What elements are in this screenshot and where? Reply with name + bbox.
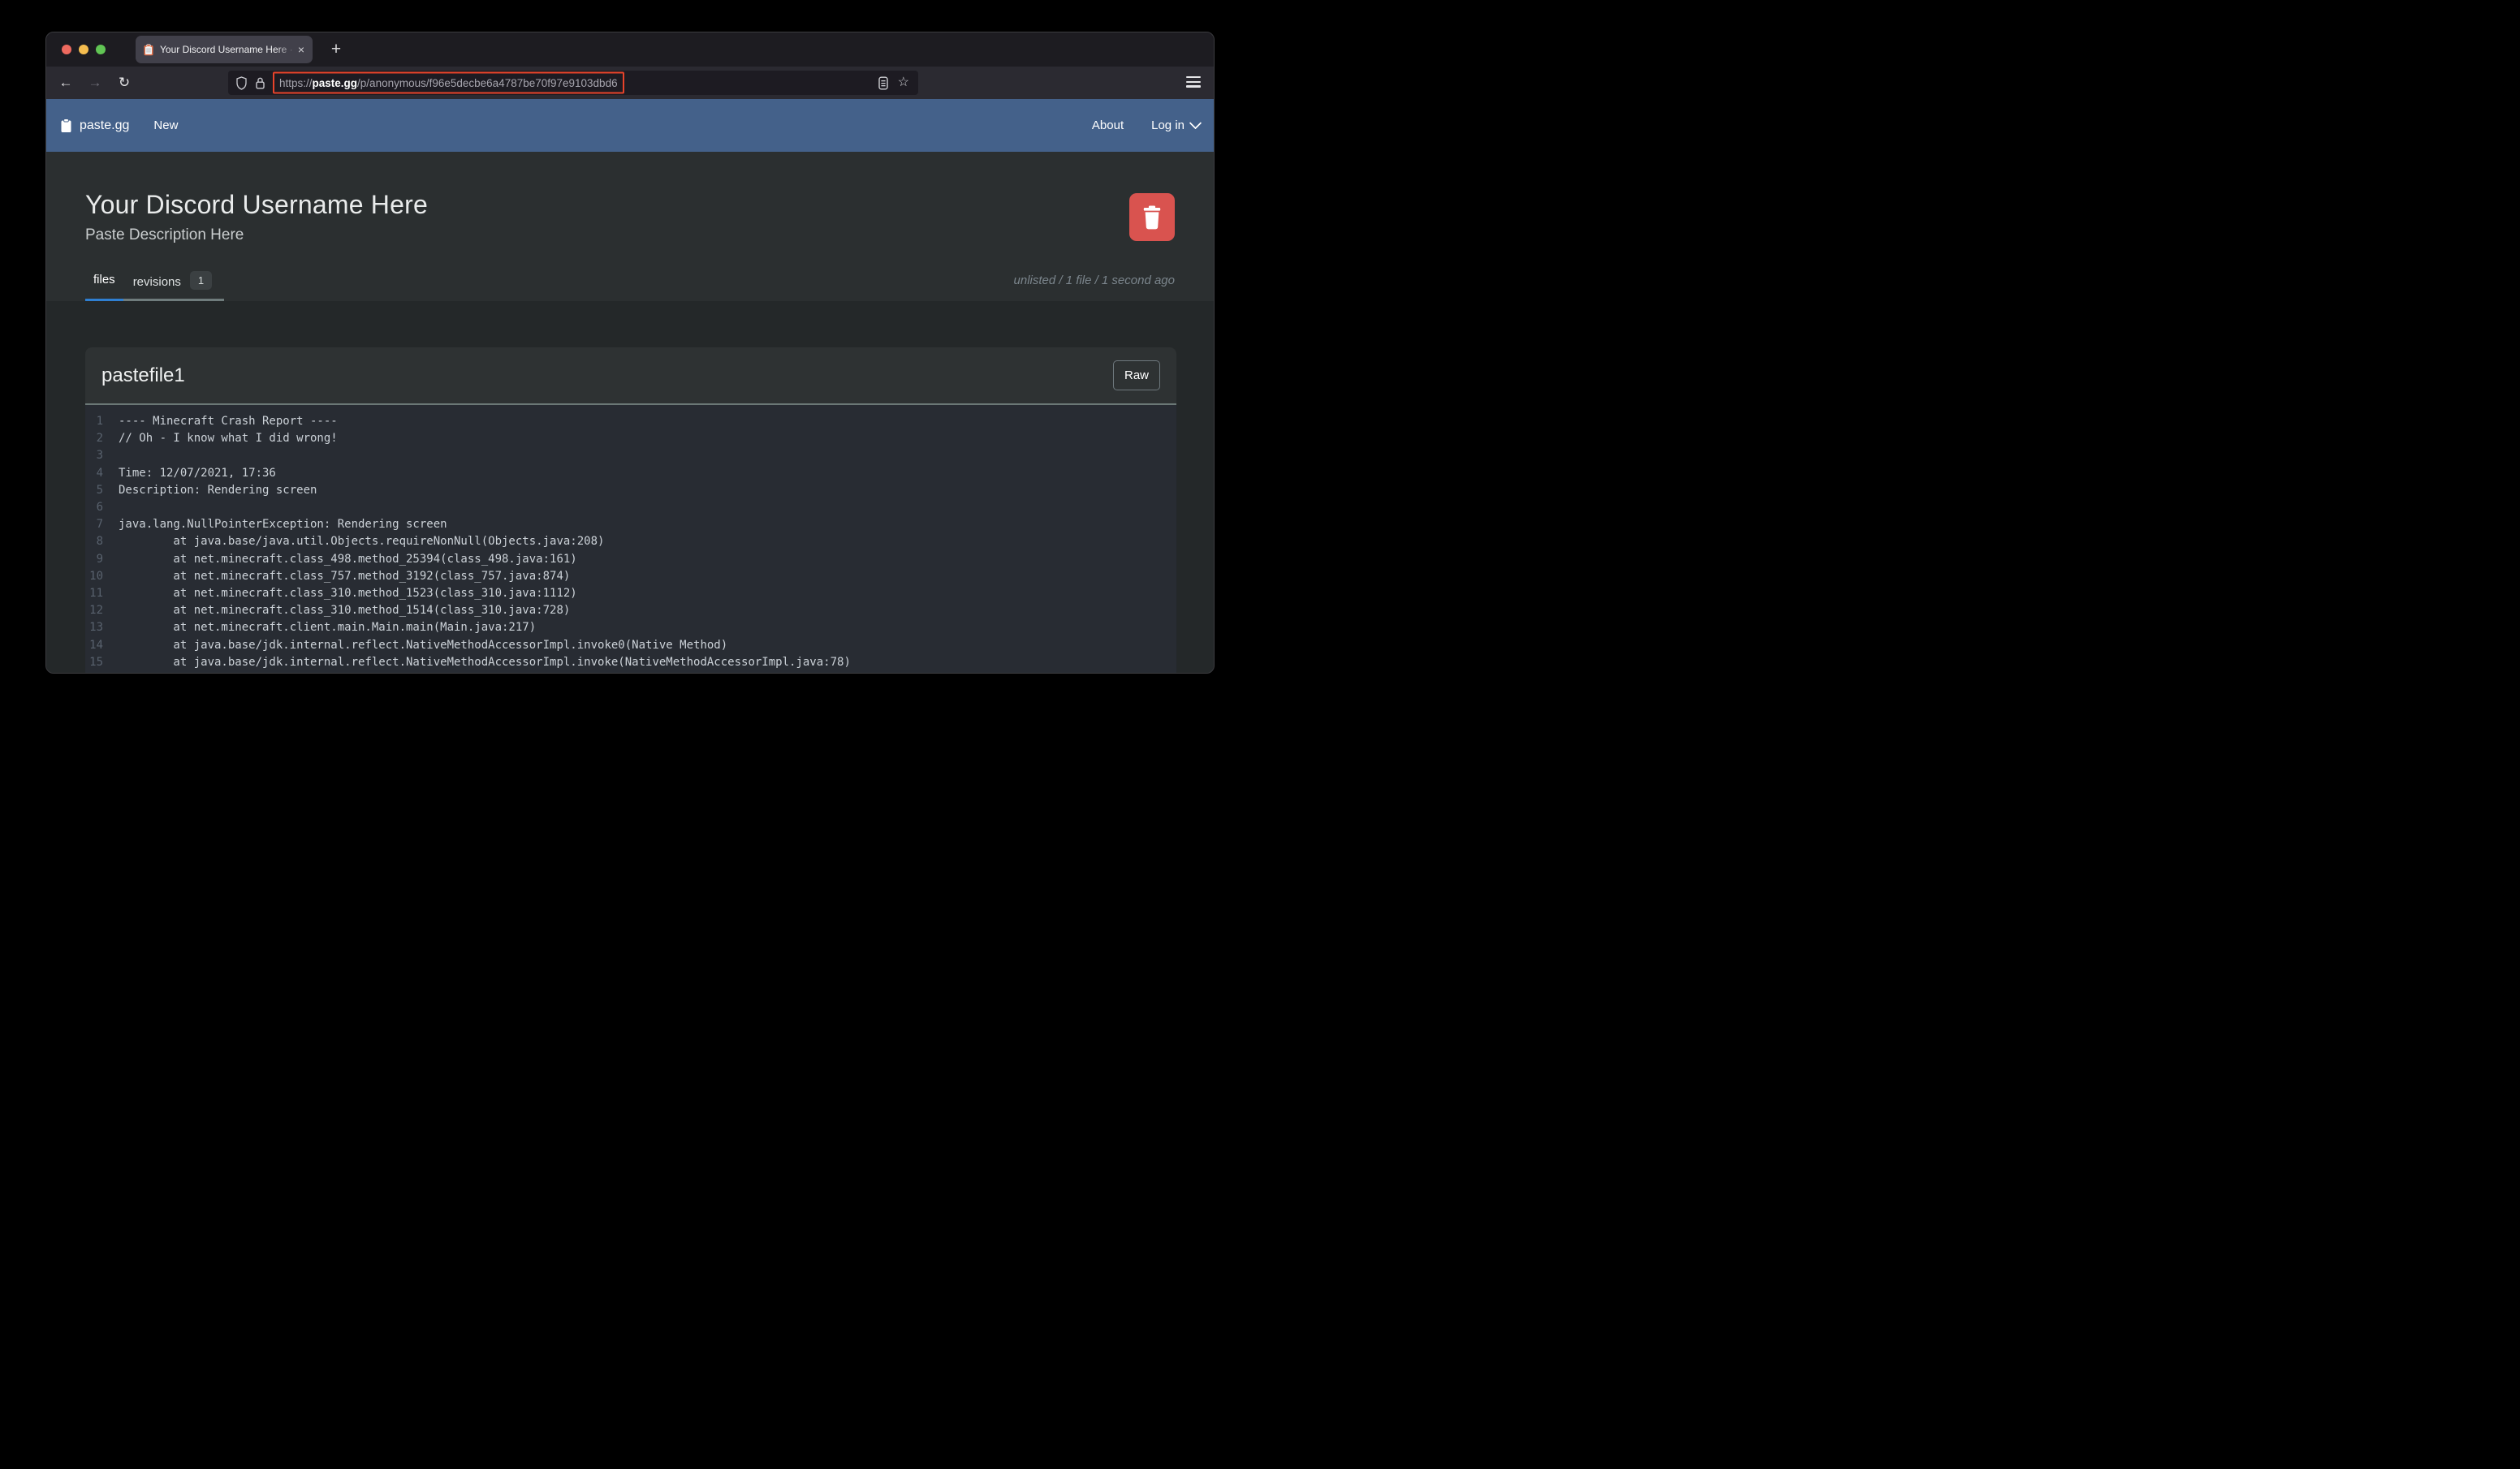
window-controls <box>62 45 106 54</box>
page-content: pastefile1 Raw 1 ---- Minecraft Crash Re… <box>46 301 1214 673</box>
line-number: 10 <box>89 569 103 583</box>
minimize-window-button[interactable] <box>79 45 88 54</box>
code-line-text: at net.minecraft.class_757.method_3192(c… <box>119 569 571 583</box>
code-line-text: at net.minecraft.class_310.method_1523(c… <box>119 587 577 601</box>
revisions-count-badge: 1 <box>189 271 213 290</box>
paste-meta: unlisted / 1 file / 1 second ago <box>1013 274 1175 287</box>
reload-button[interactable]: ↻ <box>110 75 139 91</box>
code-line-text: java.lang.NullPointerException: Renderin… <box>119 518 447 532</box>
line-number: 13 <box>89 621 103 635</box>
code-line-text: at java.base/jdk.internal.reflect.Native… <box>119 638 728 652</box>
code-line-text: at java.base/jdk.internal.reflect.Native… <box>119 655 851 669</box>
code-line-text: at java.base/jdk.internal.reflect.Delega… <box>103 671 905 673</box>
zoom-window-button[interactable] <box>96 45 106 54</box>
browser-tab-bar: Your Discord Username Here · pa × + <box>46 32 1214 67</box>
lock-icon[interactable] <box>255 76 265 90</box>
code-line-row: 8 at java.base/java.util.Objects.require… <box>85 533 1176 550</box>
tab-revisions[interactable]: revisions 1 <box>123 271 225 301</box>
browser-tab[interactable]: Your Discord Username Here · pa × <box>136 36 313 63</box>
reader-mode-icon[interactable] <box>878 76 888 90</box>
code-line-text: at net.minecraft.client.main.Main.main(M… <box>119 621 537 635</box>
file-name: pastefile1 <box>101 364 185 386</box>
code-line-text: at java.base/java.util.Objects.requireNo… <box>119 535 605 549</box>
code-line-row: 3 <box>85 447 1176 464</box>
chevron-down-icon <box>1189 116 1202 130</box>
delete-paste-button[interactable] <box>1129 193 1175 241</box>
paste-description: Paste Description Here <box>85 226 244 243</box>
file-card: pastefile1 Raw 1 ---- Minecraft Crash Re… <box>85 347 1176 673</box>
code-line-text: // Oh - I know what I did wrong! <box>119 432 338 446</box>
clipboard-logo-icon <box>60 118 72 133</box>
code-block[interactable]: 1 ---- Minecraft Crash Report ---- 2 // … <box>85 403 1176 673</box>
paste-title: Your Discord Username Here <box>85 190 428 219</box>
code-line-text: Time: 12/07/2021, 17:36 <box>119 466 276 480</box>
paste-header: Your Discord Username Here Paste Descrip… <box>46 152 1214 301</box>
raw-button[interactable]: Raw <box>1113 360 1160 390</box>
brand-label: paste.gg <box>80 118 130 132</box>
code-line-text: ---- Minecraft Crash Report ---- <box>119 415 338 428</box>
tab-title-fade <box>274 43 296 56</box>
browser-toolbar: ← → ↻ https://paste.gg/p/anonymous/f96e5… <box>46 67 1214 99</box>
tab-title: Your Discord Username Here · pa <box>160 43 296 56</box>
forward-button[interactable]: → <box>80 75 110 91</box>
line-number: 9 <box>96 552 103 566</box>
code-line-text: at net.minecraft.class_498.method_25394(… <box>119 552 577 566</box>
site-navbar: paste.gg New About Log in <box>46 99 1214 152</box>
menu-hamburger-icon[interactable] <box>1186 76 1201 88</box>
nav-item-new[interactable]: New <box>153 118 178 132</box>
brand-link[interactable]: paste.gg <box>60 118 129 133</box>
line-number: 5 <box>96 483 103 497</box>
trash-icon <box>1141 205 1163 230</box>
line-number: 6 <box>96 501 103 515</box>
code-line-row: 1 ---- Minecraft Crash Report ---- <box>85 413 1176 430</box>
new-tab-button[interactable]: + <box>324 37 348 62</box>
line-number: 2 <box>96 432 103 446</box>
line-number: 8 <box>96 535 103 549</box>
code-line-row: 5 Description: Rendering screen <box>85 482 1176 499</box>
line-number: 14 <box>89 638 103 652</box>
line-number: 15 <box>89 655 103 669</box>
line-number: 11 <box>89 587 103 601</box>
code-line-text: at net.minecraft.class_310.method_1514(c… <box>119 604 571 618</box>
code-line-row: 16 at java.base/jdk.internal.reflect.Del… <box>85 671 1176 673</box>
tab-close-icon[interactable]: × <box>298 44 304 55</box>
code-line-row: 11 at net.minecraft.class_310.method_152… <box>85 585 1176 602</box>
code-line-row: 7 java.lang.NullPointerException: Render… <box>85 516 1176 533</box>
code-line-row: 10 at net.minecraft.class_757.method_319… <box>85 568 1176 585</box>
code-line-row: 6 <box>85 499 1176 516</box>
tab-favicon-clipboard-icon <box>143 43 154 56</box>
code-line-row: 12 at net.minecraft.class_310.method_151… <box>85 602 1176 619</box>
code-line-row: 13 at net.minecraft.client.main.Main.mai… <box>85 619 1176 636</box>
nav-item-about[interactable]: About <box>1092 118 1124 132</box>
url-bar[interactable]: https://paste.gg/p/anonymous/f96e5decbe6… <box>228 71 918 95</box>
code-line-row: 15 at java.base/jdk.internal.reflect.Nat… <box>85 654 1176 671</box>
line-number: 12 <box>89 604 103 618</box>
line-number: 7 <box>96 518 103 532</box>
bookmark-star-icon[interactable]: ☆ <box>898 76 909 89</box>
code-line-row: 9 at net.minecraft.class_498.method_2539… <box>85 551 1176 568</box>
code-line-row: 14 at java.base/jdk.internal.reflect.Nat… <box>85 637 1176 654</box>
shield-icon[interactable] <box>235 75 248 90</box>
line-number: 3 <box>96 449 103 463</box>
line-number: 1 <box>96 415 103 428</box>
close-window-button[interactable] <box>62 45 71 54</box>
file-card-header: pastefile1 Raw <box>85 347 1176 403</box>
code-line-row: 2 // Oh - I know what I did wrong! <box>85 430 1176 447</box>
code-line-row: 4 Time: 12/07/2021, 17:36 <box>85 465 1176 482</box>
paste-tabs: files revisions 1 <box>85 271 225 301</box>
nav-item-login[interactable]: Log in <box>1151 116 1202 132</box>
browser-window: Your Discord Username Here · pa × + ← → … <box>45 32 1215 674</box>
line-number: 4 <box>96 466 103 480</box>
url-text[interactable]: https://paste.gg/p/anonymous/f96e5decbe6… <box>273 71 624 94</box>
tab-files[interactable]: files <box>85 273 123 301</box>
line-number: 16 <box>85 671 103 673</box>
back-button[interactable]: ← <box>51 75 80 91</box>
code-line-text: Description: Rendering screen <box>119 483 317 497</box>
